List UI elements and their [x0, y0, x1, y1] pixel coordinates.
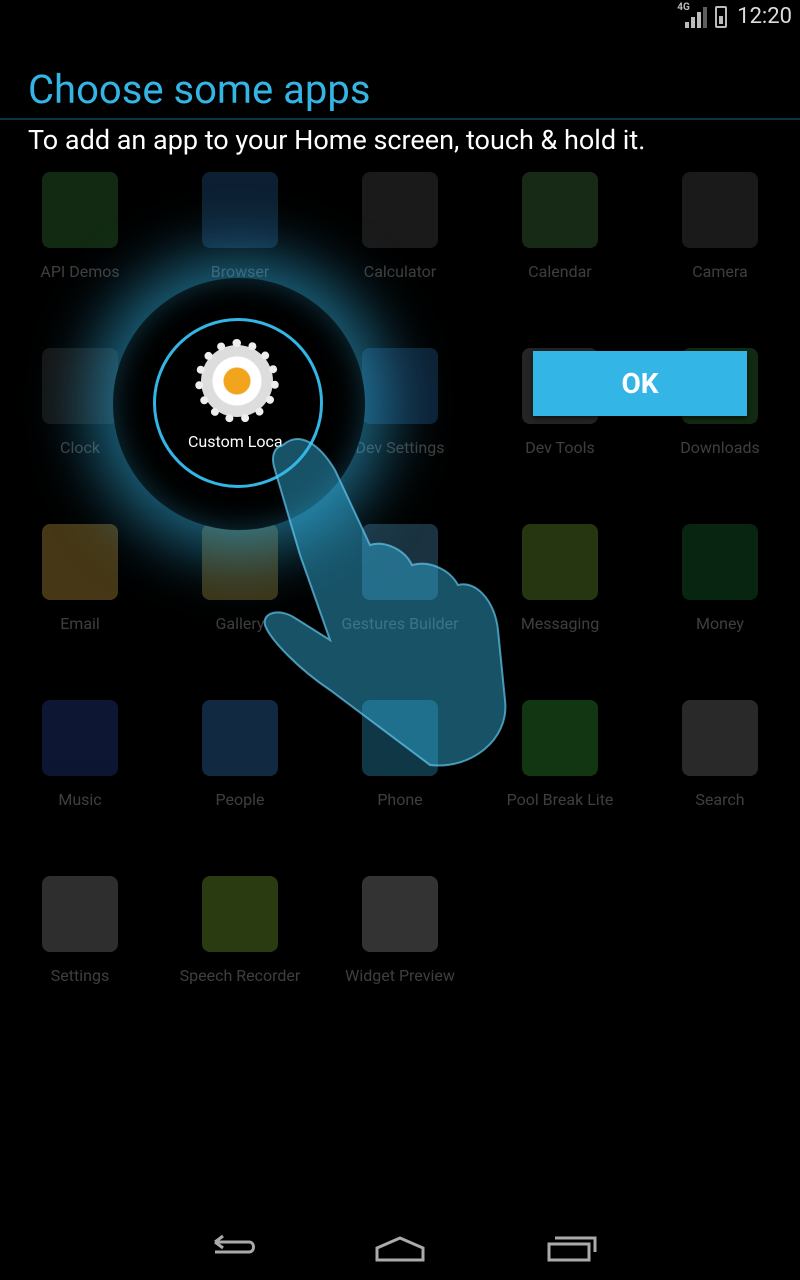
focus-app-label: Custom Loca [188, 432, 283, 451]
sliders-icon [362, 348, 438, 424]
app-label: Music [58, 790, 102, 809]
calendar-icon [522, 172, 598, 248]
gestures-icon [362, 524, 438, 600]
app-item[interactable]: API Demos [0, 172, 160, 281]
app-item[interactable]: Speech Recorder [160, 876, 320, 985]
back-icon[interactable] [185, 1220, 275, 1280]
gear-icon [42, 876, 118, 952]
email-icon [42, 524, 118, 600]
contact-icon [202, 700, 278, 776]
app-item[interactable]: Calendar [480, 172, 640, 281]
phone-icon [362, 700, 438, 776]
app-item[interactable]: Calculator [320, 172, 480, 281]
chart-icon [682, 524, 758, 600]
app-label: Settings [50, 966, 110, 985]
message-icon [522, 524, 598, 600]
gallery-icon [202, 524, 278, 600]
home-icon[interactable] [355, 1220, 445, 1280]
title-divider [0, 118, 800, 120]
app-item[interactable]: Pool Break Lite [480, 700, 640, 809]
app-label: Search [695, 790, 745, 809]
folder-icon [42, 172, 118, 248]
app-label: Phone [377, 790, 423, 809]
battery-icon [715, 5, 728, 28]
app-label: Downloads [680, 438, 760, 457]
app-item[interactable]: Gallery [160, 524, 320, 633]
navigation-bar [0, 1220, 800, 1280]
app-item[interactable]: Widget Preview [320, 876, 480, 985]
gear-icon [195, 339, 279, 423]
magnifier-icon [682, 700, 758, 776]
app-label: Calculator [363, 262, 437, 281]
clock-icon [42, 348, 118, 424]
calculator-icon [362, 172, 438, 248]
app-label: API Demos [40, 262, 120, 281]
app-item[interactable]: Music [0, 700, 160, 809]
status-time: 12:20 [737, 4, 792, 29]
app-item[interactable]: Browser [160, 172, 320, 281]
app-label: Dev Tools [525, 438, 595, 457]
app-label: Speech Recorder [179, 966, 301, 985]
app-item[interactable]: People [160, 700, 320, 809]
app-item[interactable]: Settings [0, 876, 160, 985]
app-item[interactable]: Gestures Builder [320, 524, 480, 633]
widget-icon [362, 876, 438, 952]
status-bar: 4G 12:20 [0, 0, 800, 36]
page-title: Choose some apps [28, 66, 371, 113]
app-label: People [215, 790, 265, 809]
speaker-icon [42, 700, 118, 776]
page-subtitle: To add an app to your Home screen, touch… [28, 124, 646, 156]
app-item[interactable]: Phone [320, 700, 480, 809]
globe-icon [202, 172, 278, 248]
app-item[interactable]: Search [640, 700, 800, 809]
status-icons: 4G 12:20 [677, 2, 792, 30]
app-label: Widget Preview [345, 966, 455, 985]
app-item[interactable]: Camera [640, 172, 800, 281]
app-label: Money [696, 614, 744, 633]
app-item[interactable]: Messaging [480, 524, 640, 633]
recents-icon[interactable] [525, 1220, 615, 1280]
app-label: Pool Break Lite [506, 790, 614, 809]
camera-icon [682, 172, 758, 248]
app-label: Gestures Builder [341, 614, 459, 633]
app-label: Calendar [528, 262, 592, 281]
network-type: 4G [677, 1, 690, 13]
app-label: Messaging [520, 614, 600, 633]
app-label: Email [60, 614, 100, 633]
android-icon [202, 876, 278, 952]
app-item[interactable]: Email [0, 524, 160, 633]
app-item[interactable]: Money [640, 524, 800, 633]
signal-icon: 4G [677, 2, 708, 28]
app-label: Camera [692, 262, 748, 281]
app-label: Gallery [215, 614, 265, 633]
pool-icon [522, 700, 598, 776]
ok-button[interactable]: OK [533, 351, 747, 416]
